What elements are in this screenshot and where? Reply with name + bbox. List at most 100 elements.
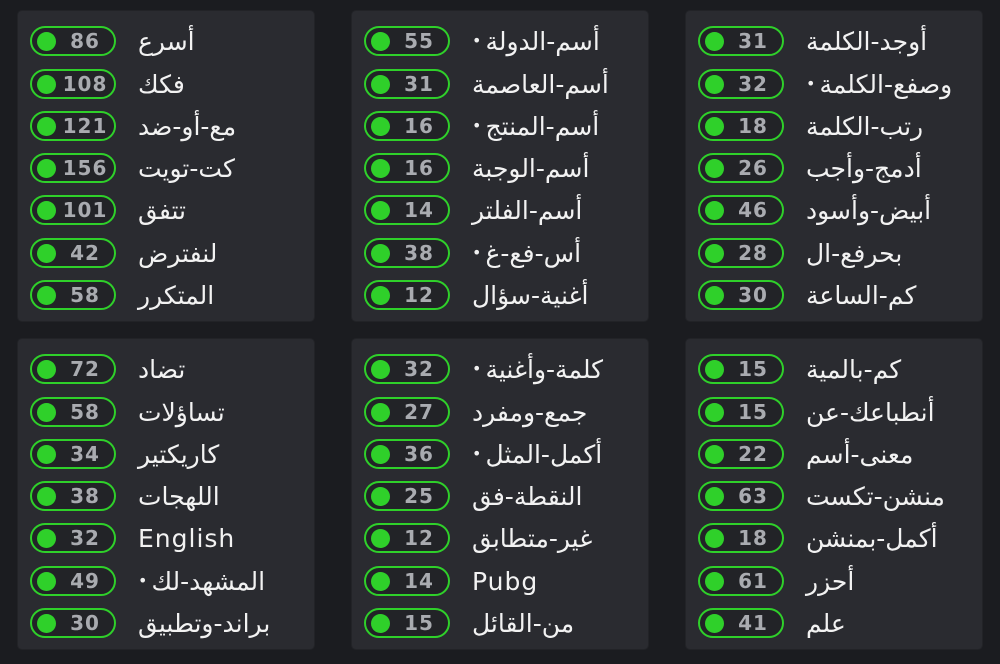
- command-row[interactable]: 22 معنى-أسم: [698, 436, 974, 472]
- command-label-group: • أسم-الدولة: [472, 23, 600, 59]
- command-row[interactable]: 18 رتب-الكلمة: [698, 108, 974, 144]
- command-row[interactable]: 121 مع-أو-ضد: [30, 108, 306, 144]
- command-label: أنطباعك-عن: [806, 397, 935, 427]
- command-label: وصفع-الكلمة: [819, 69, 953, 99]
- command-label-group: جمع-ومفرد: [472, 394, 587, 430]
- command-label: بحرفع-ال: [806, 238, 903, 268]
- count-value: 31: [404, 72, 434, 96]
- command-row[interactable]: 38 اللهجات: [30, 478, 306, 514]
- command-row[interactable]: 14 Pubg: [364, 563, 640, 599]
- count-badge: 58: [30, 397, 116, 427]
- count-value: 63: [738, 484, 768, 508]
- count-badge: 18: [698, 523, 784, 553]
- count-badge: 27: [364, 397, 450, 427]
- count-value: 38: [70, 484, 100, 508]
- command-row[interactable]: 15 أنطباعك-عن: [698, 394, 974, 430]
- status-dot-icon: [371, 75, 390, 94]
- command-row[interactable]: 26 أدمج-وأجب: [698, 150, 974, 186]
- command-row[interactable]: 41 علم: [698, 605, 974, 641]
- count-badge: 121: [30, 111, 116, 141]
- command-row[interactable]: 101 تتفق: [30, 192, 306, 228]
- status-dot-icon: [371, 614, 390, 633]
- command-row[interactable]: 30 كم-الساعة: [698, 277, 974, 313]
- bullet-marker-icon: •: [472, 31, 482, 50]
- command-row[interactable]: 36 • أكمل-المثل: [364, 436, 640, 472]
- command-row[interactable]: 31 أوجد-الكلمة: [698, 23, 974, 59]
- command-row[interactable]: 38 • أس-فع-غ: [364, 235, 640, 271]
- command-label-group: • وصفع-الكلمة: [806, 66, 952, 102]
- count-badge: 72: [30, 354, 116, 384]
- command-row[interactable]: 63 منشن-تكست: [698, 478, 974, 514]
- command-row[interactable]: 156 كت-تويت: [30, 150, 306, 186]
- count-badge: 12: [364, 523, 450, 553]
- count-value: 32: [738, 72, 768, 96]
- status-dot-icon: [371, 529, 390, 548]
- command-row[interactable]: 16 أسم-الوجبة: [364, 150, 640, 186]
- command-board: 86 أسرع 108 فكك 121 مع-أو-ضد 156 كت-تويت 101 تتفق…: [0, 0, 1000, 664]
- command-row[interactable]: 42 لنفترض: [30, 235, 306, 271]
- command-row[interactable]: 58 المتكرر: [30, 277, 306, 313]
- count-value: 30: [70, 611, 100, 635]
- command-row[interactable]: 46 أبيض-وأسود: [698, 192, 974, 228]
- count-badge: 16: [364, 111, 450, 141]
- command-row[interactable]: 32 • كلمة-وأغنية: [364, 351, 640, 387]
- command-row[interactable]: 108 فكك: [30, 66, 306, 102]
- count-badge: 18: [698, 111, 784, 141]
- command-label: جمع-ومفرد: [472, 397, 588, 427]
- command-row[interactable]: 30 براند-وتطبيق: [30, 605, 306, 641]
- command-label: مع-أو-ضد: [138, 111, 237, 141]
- count-badge: 25: [364, 481, 450, 511]
- command-row[interactable]: 27 جمع-ومفرد: [364, 394, 640, 430]
- command-label: غير-متطابق: [472, 523, 593, 553]
- command-label: أحزر: [806, 566, 855, 596]
- status-dot-icon: [705, 572, 724, 591]
- command-label-group: أسرع: [138, 23, 195, 59]
- command-row[interactable]: 32 English: [30, 520, 306, 556]
- command-row[interactable]: 32 • وصفع-الكلمة: [698, 66, 974, 102]
- command-row[interactable]: 15 من-القائل: [364, 605, 640, 641]
- command-row[interactable]: 55 • أسم-الدولة: [364, 23, 640, 59]
- count-badge: 46: [698, 195, 784, 225]
- command-row[interactable]: 61 أحزر: [698, 563, 974, 599]
- count-badge: 30: [698, 280, 784, 310]
- count-value: 101: [62, 198, 108, 222]
- count-value: 30: [738, 283, 768, 307]
- count-badge: 15: [698, 354, 784, 384]
- status-dot-icon: [371, 159, 390, 178]
- count-value: 49: [70, 569, 100, 593]
- command-row[interactable]: 16 • أسم-المنتج: [364, 108, 640, 144]
- command-label-group: كاريكتير: [138, 436, 219, 472]
- command-row[interactable]: 58 تساؤلات: [30, 394, 306, 430]
- command-row[interactable]: 86 أسرع: [30, 23, 306, 59]
- status-dot-icon: [37, 529, 56, 548]
- command-row[interactable]: 14 أسم-الفلتر: [364, 192, 640, 228]
- command-label-group: أسم-الفلتر: [472, 192, 582, 228]
- count-value: 72: [70, 357, 100, 381]
- command-panel-top-middle: 55 • أسم-الدولة 31 أسم-العاصمة 16 • أسم-المنتج 1…: [351, 10, 649, 322]
- command-row[interactable]: 15 كم-بالمية: [698, 351, 974, 387]
- command-row[interactable]: 18 أكمل-بمنشن: [698, 520, 974, 556]
- status-dot-icon: [371, 201, 390, 220]
- command-row[interactable]: 28 بحرفع-ال: [698, 235, 974, 271]
- command-row[interactable]: 72 تضاد: [30, 351, 306, 387]
- command-row[interactable]: 31 أسم-العاصمة: [364, 66, 640, 102]
- command-label-group: براند-وتطبيق: [138, 605, 270, 641]
- count-value: 34: [70, 442, 100, 466]
- count-value: 86: [70, 29, 100, 53]
- command-label-group: أسم-العاصمة: [472, 66, 609, 102]
- command-row[interactable]: 12 غير-متطابق: [364, 520, 640, 556]
- count-value: 15: [738, 400, 768, 424]
- command-label-group: منشن-تكست: [806, 478, 945, 514]
- count-badge: 28: [698, 238, 784, 268]
- count-badge: 14: [364, 195, 450, 225]
- status-dot-icon: [37, 445, 56, 464]
- status-dot-icon: [37, 32, 56, 51]
- command-label-group: أوجد-الكلمة: [806, 23, 927, 59]
- command-row[interactable]: 25 النقطة-فق: [364, 478, 640, 514]
- command-row[interactable]: 49 • المشهد-لك: [30, 563, 306, 599]
- status-dot-icon: [371, 403, 390, 422]
- count-value: 26: [738, 156, 768, 180]
- count-badge: 34: [30, 439, 116, 469]
- command-row[interactable]: 12 أغنية-سؤال: [364, 277, 640, 313]
- command-row[interactable]: 34 كاريكتير: [30, 436, 306, 472]
